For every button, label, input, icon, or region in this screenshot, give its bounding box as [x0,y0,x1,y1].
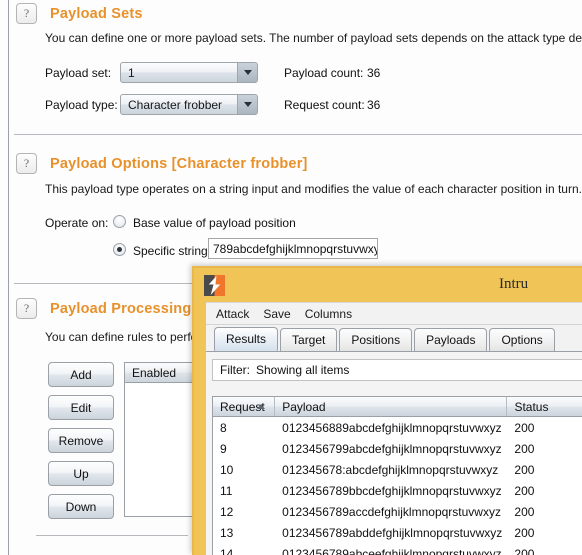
payload-type-select[interactable]: Character frobber [120,94,258,115]
cell-payload: 0123456789abddefghijklmnopqrstuvwxyz [282,525,503,540]
burp-suite-bolt-icon [204,275,225,296]
payload-set-select[interactable]: 1 [120,62,258,83]
cell-request: 14 [220,546,234,555]
intruder-window-title: Intru [499,276,529,292]
payload-set-label: Payload set: [45,66,112,80]
cell-payload: 012345678:abcdefghijklmnopqrstuvwxyz [282,462,499,477]
payload-type-label: Payload type: [45,98,118,112]
cell-request: 13 [220,525,234,540]
tab-options[interactable]: Options [489,328,555,351]
section-header-payload-sets: ? Payload Sets [16,3,143,24]
intruder-menubar[interactable]: Attack Save Columns [206,303,582,325]
rules-column-enabled: Enabled [132,365,177,380]
menu-attack[interactable]: Attack [216,307,249,321]
edit-rule-button[interactable]: Edit [48,395,114,420]
chevron-down-icon[interactable] [237,63,257,82]
section-divider-1 [14,134,582,135]
request-count-value: 36 [367,98,381,112]
cell-payload: 0123456789accdefghijklmnopqrstuvwxyz [282,504,501,519]
intruder-window-titlebar[interactable]: Intru [194,268,582,302]
column-header-request[interactable]: Request [213,397,276,416]
cell-status: 200 [514,525,535,540]
section-divider-3 [36,535,188,536]
section-title-payload-sets: Payload Sets [50,5,143,22]
question-mark-icon[interactable]: ? [16,298,37,319]
section-header-payload-processing: ? Payload Processing [16,298,191,319]
cell-request: 11 [220,483,233,498]
filter-value: Showing all items [256,363,350,377]
cell-payload: 0123456789abceefghijklmnopqrstuvwxyz [282,546,502,555]
payload-count-value: 36 [367,66,381,80]
section-description-payload-sets: You can define one or more payload sets.… [45,31,582,45]
section-header-payload-options: ? Payload Options [Character frobber] [16,153,308,174]
options-pane-left-rule [8,0,9,555]
request-count-label: Request count: [284,98,365,112]
section-description-payload-processing: You can define rules to perfo [45,330,198,344]
add-rule-button[interactable]: Add [48,362,114,387]
column-header-payload[interactable]: Payload [275,397,508,416]
table-row[interactable]: 8 0123456889abcdefghijklmnopqrstuvwxyz 200 [213,417,582,438]
cell-status: 200 [514,546,535,555]
radio-specific-string[interactable] [113,243,126,256]
section-description-payload-options: This payload type operates on a string i… [45,182,582,196]
cell-status: 200 [514,420,535,435]
cell-status: 200 [514,441,535,456]
cell-status: 200 [514,504,535,519]
tab-positions[interactable]: Positions [339,328,413,351]
cell-payload: 0123456889abcdefghijklmnopqrstuvwxyz [282,420,502,435]
tab-results[interactable]: Results [214,327,279,351]
chevron-down-icon[interactable] [237,95,257,114]
menu-columns[interactable]: Columns [305,307,352,321]
sort-ascending-icon [257,404,266,409]
cell-payload: 0123456799abcdefghijklmnopqrstuvwxyz [282,441,502,456]
screen: ? Payload Sets You can define one or mor… [0,0,582,555]
intruder-window-body: Attack Save Columns Results Target Posit… [206,302,582,555]
move-rule-up-button[interactable]: Up [48,461,114,486]
cell-status: 200 [514,483,535,498]
column-header-status-label: Status [514,399,549,414]
section-title-payload-options: Payload Options [Character frobber] [50,155,308,172]
results-filter-bar[interactable]: Filter: Showing all items [212,359,582,381]
section-title-payload-processing: Payload Processing [50,300,192,317]
menu-save[interactable]: Save [263,307,290,321]
cell-status: 200 [514,462,535,477]
tab-target[interactable]: Target [280,328,338,351]
payload-count-label: Payload count: [284,66,364,80]
intruder-window[interactable]: Intru Attack Save Columns Results Target… [192,266,582,555]
cell-request: 8 [220,420,227,435]
radio-base-value[interactable] [113,215,126,228]
operate-on-label: Operate on: [45,216,109,230]
results-table[interactable]: Request Payload Status 8 0123456889abcdef… [212,396,582,555]
move-rule-down-button[interactable]: Down [48,494,114,519]
table-row[interactable]: 9 0123456799abcdefghijklmnopqrstuvwxyz 200 [213,438,582,459]
column-header-payload-label: Payload [282,399,326,414]
payload-type-value: Character frobber [128,97,223,112]
results-table-header[interactable]: Request Payload Status [213,397,582,417]
cell-request: 9 [220,441,227,456]
filter-label: Filter: [220,363,250,377]
cell-payload: 0123456789bbcdefghijklmnopqrstuvwxyz [282,483,502,498]
radio-base-value-label: Base value of payload position [133,216,296,230]
column-header-status[interactable]: Status [507,397,582,416]
tab-payloads[interactable]: Payloads [414,328,488,351]
table-row[interactable]: 14 0123456789abceefghijklmnopqrstuvwxyz 20… [213,543,582,555]
intruder-tabstrip[interactable]: Results Target Positions Payloads Option… [206,325,582,352]
cell-request: 12 [220,504,234,519]
remove-rule-button[interactable]: Remove [48,428,114,453]
table-row[interactable]: 10 012345678:abcdefghijklmnopqrstuvwxyz 20… [213,459,582,480]
question-mark-icon[interactable]: ? [16,3,37,24]
question-mark-icon[interactable]: ? [16,153,37,174]
payload-set-value: 1 [128,65,135,80]
results-table-body[interactable]: 8 0123456889abcdefghijklmnopqrstuvwxyz 200… [213,417,582,555]
table-row[interactable]: 12 0123456789accdefghijklmnopqrstuvwxyz 20… [213,501,582,522]
table-row[interactable]: 13 0123456789abddefghijklmnopqrstuvwxyz 20… [213,522,582,543]
specific-string-input[interactable]: 789abcdefghijklmnopqrstuvwxyz [208,238,378,259]
table-row[interactable]: 11 0123456789bbcdefghijklmnopqrstuvwxyz 20… [213,480,582,501]
radio-specific-string-label: Specific string: [133,244,212,258]
cell-request: 10 [220,462,234,477]
